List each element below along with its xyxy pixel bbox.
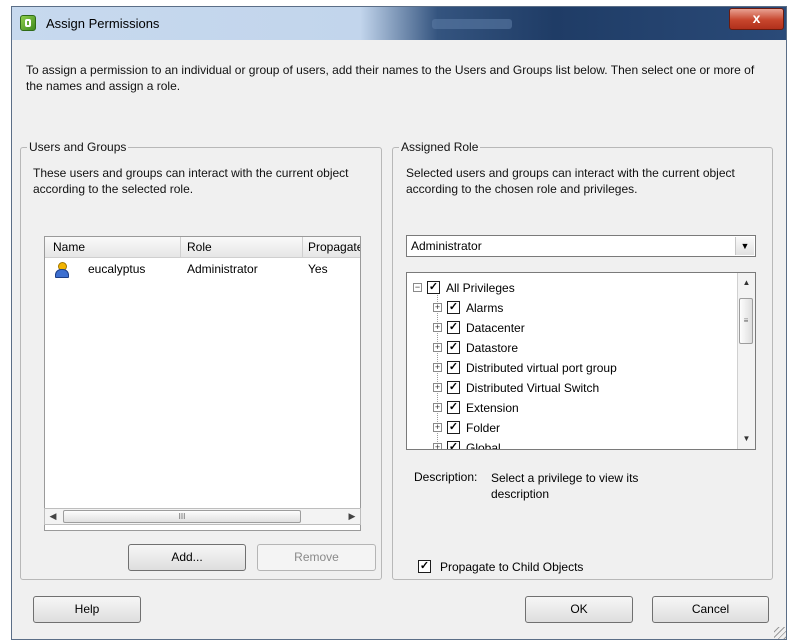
expand-icon[interactable]: + xyxy=(433,383,442,392)
tree-item-label: Alarms xyxy=(466,301,504,315)
tree-item-distributed-virtual-switch[interactable]: + ✓ Distributed Virtual Switch xyxy=(407,378,737,398)
close-icon: x xyxy=(752,10,761,26)
checkbox-distributed-virtual-switch[interactable]: ✓ xyxy=(447,381,460,394)
expand-icon[interactable]: + xyxy=(433,343,442,352)
user-icon xyxy=(55,262,69,278)
column-name-header[interactable]: Name xyxy=(53,240,85,254)
blurred-title-content xyxy=(432,19,512,29)
scroll-up-icon[interactable]: ▲ xyxy=(738,275,755,291)
role-select[interactable]: Administrator ▼ xyxy=(406,235,756,257)
privileges-vertical-scrollbar[interactable]: ▲ ≡ ▼ xyxy=(737,273,755,449)
tree-item-distributed-virtual-port-group[interactable]: + ✓ Distributed virtual port group xyxy=(407,358,737,378)
tree-item-alarms[interactable]: + ✓ Alarms xyxy=(407,298,737,318)
expand-icon[interactable]: + xyxy=(433,323,442,332)
row-role: Administrator xyxy=(187,262,258,276)
close-button[interactable]: x xyxy=(729,8,784,30)
scrollbar-thumb[interactable]: III xyxy=(63,510,301,523)
description-text: Select a privilege to view its descripti… xyxy=(491,471,639,501)
scroll-left-icon[interactable]: ◀ xyxy=(45,509,61,524)
checkbox-folder[interactable]: ✓ xyxy=(447,421,460,434)
tree-item-label: Distributed virtual port group xyxy=(466,361,617,375)
tree-item-label: Extension xyxy=(466,401,519,415)
tree-item-folder[interactable]: + ✓ Folder xyxy=(407,418,737,438)
assigned-role-legend: Assigned Role xyxy=(401,140,479,154)
checkbox-global[interactable]: ✓ xyxy=(447,441,460,449)
ok-button[interactable]: OK xyxy=(525,596,633,623)
help-button[interactable]: Help xyxy=(33,596,141,623)
row-propagate: Yes xyxy=(308,262,328,276)
chevron-down-icon[interactable]: ▼ xyxy=(735,237,754,255)
propagate-checkbox[interactable]: ✓ xyxy=(418,560,431,573)
scroll-right-icon[interactable]: ▶ xyxy=(344,509,360,524)
description-label: Description: xyxy=(414,470,478,484)
scroll-down-icon[interactable]: ▼ xyxy=(738,431,755,447)
add-button[interactable]: Add... xyxy=(128,544,246,571)
scrollbar-grip: III xyxy=(178,512,186,521)
column-role-header[interactable]: Role xyxy=(187,240,212,254)
checkbox-datastore[interactable]: ✓ xyxy=(447,341,460,354)
window-title: Assign Permissions xyxy=(46,16,160,31)
users-groups-legend: Users and Groups xyxy=(29,140,127,154)
checkbox-extension[interactable]: ✓ xyxy=(447,401,460,414)
tree-item-datastore[interactable]: + ✓ Datastore xyxy=(407,338,737,358)
role-select-value: Administrator xyxy=(411,239,482,253)
users-groups-description: These users and groups can interact with… xyxy=(33,166,349,196)
table-row[interactable]: eucalyptus Administrator Yes xyxy=(45,261,360,279)
assigned-role-description: Selected users and groups can interact w… xyxy=(406,166,735,196)
resize-grip-icon[interactable] xyxy=(774,627,786,639)
tree-item-label: Datacenter xyxy=(466,321,525,335)
checkbox-datacenter[interactable]: ✓ xyxy=(447,321,460,334)
intro-text: To assign a permission to an individual … xyxy=(26,63,755,93)
title-bar[interactable]: Assign Permissions x xyxy=(12,7,786,40)
checkbox-alarms[interactable]: ✓ xyxy=(447,301,460,314)
expand-icon[interactable]: + xyxy=(433,363,442,372)
tree-item-label: Folder xyxy=(466,421,501,435)
privileges-tree[interactable]: − ✓ All Privileges + ✓ Alarms + ✓ Datace… xyxy=(406,272,756,450)
tree-item-label: Distributed Virtual Switch xyxy=(466,381,600,395)
app-icon xyxy=(20,15,36,31)
users-groups-list[interactable]: Name Role Propagate eucalyptus Administr… xyxy=(44,236,361,531)
tree-item-datacenter[interactable]: + ✓ Datacenter xyxy=(407,318,737,338)
cancel-button[interactable]: Cancel xyxy=(652,596,769,623)
expand-icon[interactable]: + xyxy=(433,443,442,449)
users-list-horizontal-scrollbar[interactable]: ◀ III ▶ xyxy=(44,508,361,525)
tree-item-global[interactable]: + ✓ Global xyxy=(407,438,737,450)
column-propagate-header[interactable]: Propagate xyxy=(308,240,360,254)
scrollbar-thumb[interactable]: ≡ xyxy=(739,298,753,344)
checkbox-distributed-virtual-port-group[interactable]: ✓ xyxy=(447,361,460,374)
tree-item-label: Datastore xyxy=(466,341,519,355)
propagate-label: Propagate to Child Objects xyxy=(440,560,584,574)
tree-item-label: Global xyxy=(466,441,501,450)
expand-icon[interactable]: + xyxy=(433,403,442,412)
row-name: eucalyptus xyxy=(88,262,146,276)
tree-item-extension[interactable]: + ✓ Extension xyxy=(407,398,737,418)
expand-icon[interactable]: + xyxy=(433,303,442,312)
list-header: Name Role Propagate xyxy=(45,237,360,258)
remove-button[interactable]: Remove xyxy=(257,544,376,571)
expand-icon[interactable]: + xyxy=(433,423,442,432)
